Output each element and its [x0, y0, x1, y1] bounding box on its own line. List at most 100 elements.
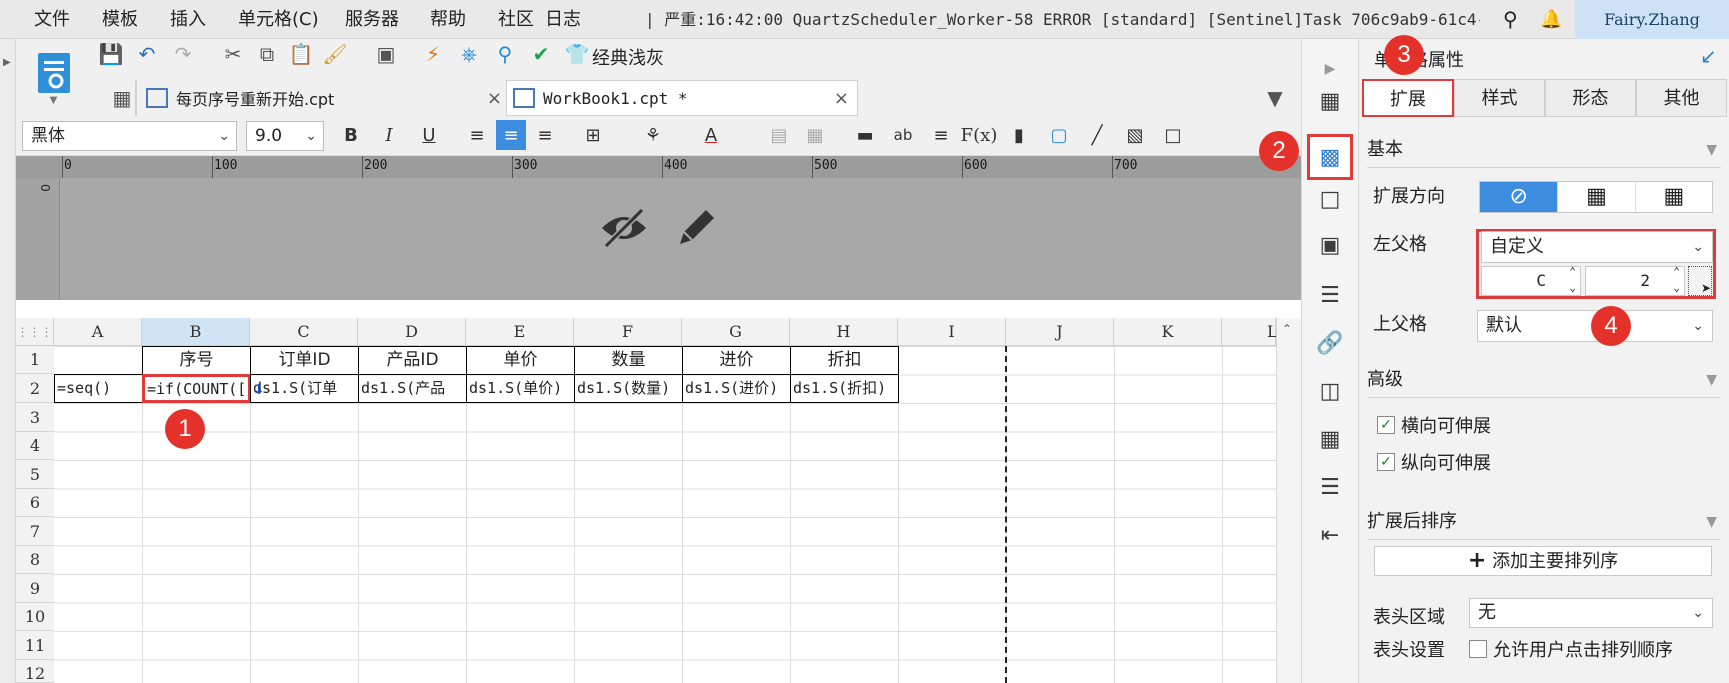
cell-F1[interactable]: 数量: [574, 346, 683, 375]
align-center-icon[interactable]: ≡: [496, 120, 526, 150]
cell-G1[interactable]: 进价: [682, 346, 791, 375]
row-header[interactable]: 1: [16, 346, 54, 374]
column-header[interactable]: C: [250, 318, 358, 346]
cell-E2[interactable]: ds1.S(单价): [466, 374, 575, 403]
condition-attr-icon[interactable]: ☰: [1313, 278, 1347, 312]
tree-icon[interactable]: ☰: [1313, 470, 1347, 504]
bold-icon[interactable]: B: [336, 120, 366, 150]
template-attr-icon[interactable]: ▦: [1313, 84, 1347, 118]
left-parent-select[interactable]: 自定义 ⌄: [1481, 231, 1713, 263]
layout-attr-icon[interactable]: ▦: [1313, 422, 1347, 456]
widget-attr-icon[interactable]: □: [1313, 182, 1347, 216]
cell-D1[interactable]: 产品ID: [358, 346, 467, 375]
chevron-up-icon[interactable]: ⌃: [1282, 322, 1292, 336]
copy-icon[interactable]: ⧉: [253, 40, 281, 68]
tab-style[interactable]: 样式: [1454, 79, 1545, 117]
row-header[interactable]: 3: [16, 403, 54, 432]
section-basic[interactable]: 基本 ▼: [1367, 132, 1721, 168]
redo-icon[interactable]: ↷: [169, 40, 197, 68]
cell-B2[interactable]: =if(COUNT([: [142, 374, 251, 403]
row-header[interactable]: 9: [16, 574, 54, 603]
row-header[interactable]: 12: [16, 660, 54, 683]
hide-eye-icon[interactable]: [594, 200, 654, 256]
search-icon[interactable]: ⚲: [1503, 0, 1518, 39]
cell-F2[interactable]: ds1.S(数量): [574, 374, 683, 403]
menu-insert[interactable]: 插入: [170, 0, 206, 39]
row-header[interactable]: 11: [16, 631, 54, 660]
cell-E1[interactable]: 单价: [466, 346, 575, 375]
menu-file[interactable]: 文件: [34, 0, 70, 39]
row-header[interactable]: 5: [16, 460, 54, 489]
add-sort-button[interactable]: + 添加主要排列序: [1374, 546, 1712, 576]
cell-C1[interactable]: 订单ID: [250, 346, 359, 375]
paste-icon[interactable]: 📋: [287, 40, 315, 68]
align-right-icon[interactable]: ≡: [530, 120, 560, 150]
slash-icon[interactable]: ╱: [1082, 120, 1112, 150]
font-size-select[interactable]: 9.0 ⌄: [246, 121, 324, 151]
column-header[interactable]: J: [1006, 318, 1114, 346]
vertical-scrollbar[interactable]: ⌃: [1276, 318, 1301, 683]
cell-H2[interactable]: ds1.S(折扣): [790, 374, 899, 403]
close-icon[interactable]: ×: [834, 88, 849, 109]
vertical-expand-checkbox[interactable]: ✓: [1377, 453, 1395, 471]
vertical-expand-icon[interactable]: ▦: [1557, 182, 1634, 212]
header-setting-checkbox[interactable]: [1469, 640, 1487, 658]
sheet-grid-icon[interactable]: ▦: [108, 84, 136, 112]
row-header[interactable]: 7: [16, 517, 54, 546]
save-icon[interactable]: 💾: [97, 40, 125, 68]
dropdown-attr-icon[interactable]: ▣: [1313, 228, 1347, 262]
text-icon[interactable]: ab: [888, 120, 918, 150]
close-icon[interactable]: ×: [487, 88, 502, 109]
frame-icon[interactable]: □: [1158, 120, 1188, 150]
row-header[interactable]: 8: [16, 546, 54, 574]
menu-log[interactable]: 日志: [545, 0, 581, 39]
expand-arrow-icon[interactable]: ▶: [1313, 52, 1347, 86]
column-header[interactable]: H: [790, 318, 898, 346]
merge-cells-icon[interactable]: ▤: [764, 120, 794, 150]
select-all-corner[interactable]: ⋮⋮⋮: [16, 318, 54, 346]
insert-row-icon[interactable]: ▬: [850, 120, 880, 150]
column-header[interactable]: F: [574, 318, 682, 346]
row-header[interactable]: 4: [16, 432, 54, 460]
left-parent-column-input[interactable]: C ⌃ ⌄: [1481, 265, 1581, 296]
theme-label[interactable]: 经典浅灰: [592, 44, 664, 70]
header-area-select[interactable]: 无 ⌄: [1469, 598, 1713, 628]
menu-community[interactable]: 社区: [498, 0, 534, 39]
cell-H1[interactable]: 折扣: [790, 346, 899, 375]
stepper-icon[interactable]: ⌃ ⌄: [1673, 264, 1680, 296]
cell-C2[interactable]: ds1.S(订单: [250, 374, 359, 403]
underline-icon[interactable]: U: [414, 120, 444, 150]
section-sort[interactable]: 扩展后排序 ▼: [1367, 504, 1721, 540]
no-expand-icon[interactable]: ⊘: [1480, 182, 1558, 212]
column-header[interactable]: E: [466, 318, 574, 346]
format-painter-icon[interactable]: 🖌: [321, 40, 349, 68]
menu-help[interactable]: 帮助: [430, 0, 466, 39]
tab-page-seq[interactable]: 每页序号重新开始.cpt ×: [146, 80, 502, 116]
column-header[interactable]: A: [54, 318, 142, 346]
preview-icon[interactable]: ▣: [372, 40, 400, 68]
log-message[interactable]: | 严重:16:42:00 QuartzScheduler_Worker-58 …: [645, 0, 1480, 39]
border-icon[interactable]: ⊞: [578, 120, 608, 150]
horizontal-expand-checkbox[interactable]: ✓: [1377, 416, 1395, 434]
menu-template[interactable]: 模板: [102, 0, 138, 39]
undo-icon[interactable]: ↶: [133, 40, 161, 68]
menu-cell[interactable]: 单元格(C): [238, 0, 319, 39]
cell-B1[interactable]: 序号: [142, 346, 251, 375]
font-color-icon[interactable]: A: [696, 120, 726, 150]
row-header[interactable]: 10: [16, 603, 54, 631]
split-cells-icon[interactable]: ▦: [800, 120, 830, 150]
left-parent-row-input[interactable]: 2 ⌃ ⌄: [1585, 264, 1685, 296]
column-header[interactable]: I: [898, 318, 1006, 346]
left-collapse-strip[interactable]: ▶: [0, 39, 16, 683]
list-icon[interactable]: ≡: [926, 120, 956, 150]
tab-other[interactable]: 其他: [1636, 79, 1727, 117]
link-icon[interactable]: 🔗: [1313, 326, 1347, 360]
horizontal-expand-icon[interactable]: ▦: [1634, 182, 1712, 212]
cell-attr-icon[interactable]: ▩: [1307, 134, 1353, 180]
tab-form[interactable]: 形态: [1545, 79, 1636, 117]
plugin-icon[interactable]: ⎈: [455, 40, 483, 68]
section-advanced[interactable]: 高级 ▼: [1367, 362, 1721, 398]
column-header[interactable]: G: [682, 318, 790, 346]
column-header[interactable]: K: [1114, 318, 1222, 346]
image-icon[interactable]: ▢: [1044, 120, 1074, 150]
